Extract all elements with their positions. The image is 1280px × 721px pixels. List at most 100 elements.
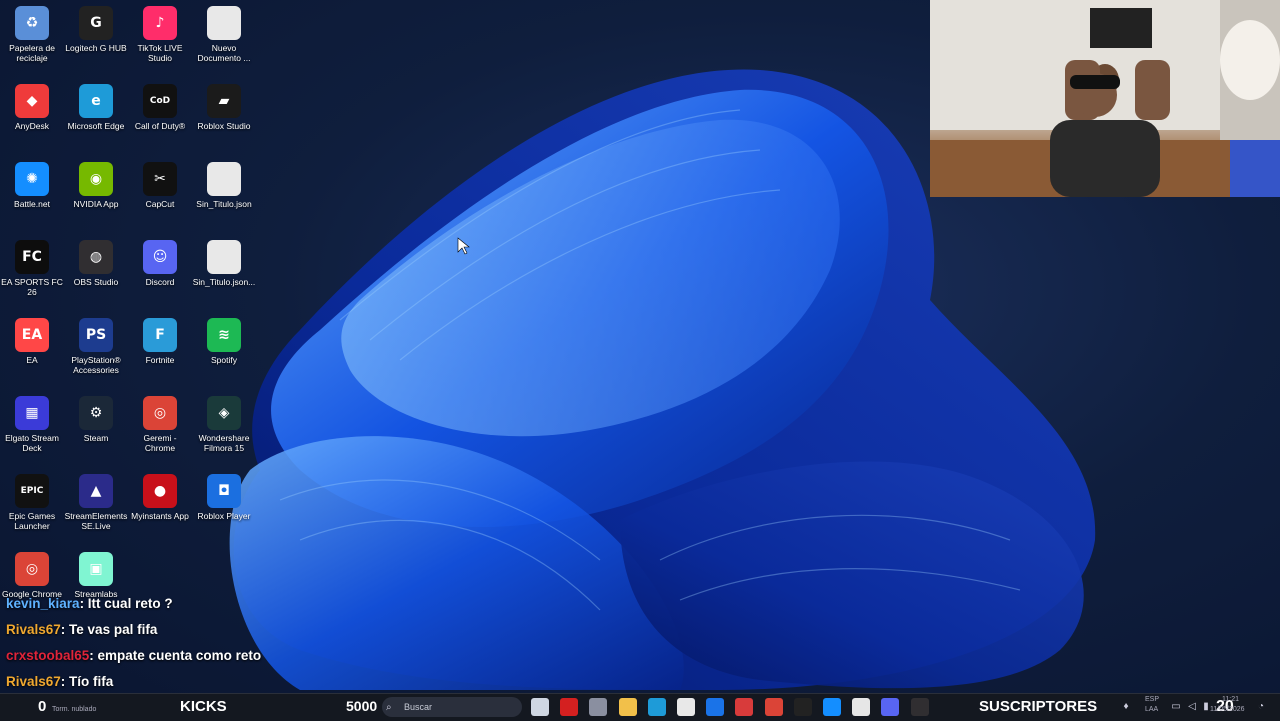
mail-icon[interactable]	[706, 698, 725, 716]
desktop-icon-label: Epic Games Launcher	[8, 511, 56, 531]
desktop-icon-label: Geremi - Chrome	[143, 433, 177, 453]
desktop-icon[interactable]: ◈ Wondershare Filmora 15	[192, 392, 256, 462]
desktop-icon[interactable]: G Logitech G HUB	[64, 2, 128, 72]
desktop-icon-label: Elgato Stream Deck	[5, 433, 59, 453]
xbox-taskbar-icon[interactable]	[852, 698, 871, 716]
desktop-icon[interactable]: ≋ Spotify	[192, 314, 256, 384]
recycle-bin-icon: ♻	[15, 6, 49, 40]
notification-icon[interactable]: ◔	[1255, 701, 1267, 713]
fortnite-icon: F	[143, 318, 177, 352]
desktop-icon-label: Roblox Player	[197, 511, 251, 521]
chat-message: kevin_kiara: Itt cual reto ?	[6, 596, 261, 622]
desktop-icon[interactable]: Sin_Titulo.json...	[192, 236, 256, 306]
desktop-icon-label: Sin_Titulo.json	[196, 199, 252, 209]
taskbar-file-icon[interactable]	[531, 698, 549, 716]
stream-chat: kevin_kiara: Itt cual reto ? Rivals67: T…	[6, 596, 261, 700]
desktop-icon-label: Nuevo Documento ...	[197, 43, 251, 63]
desktop-icon[interactable]: CoD Call of Duty®	[128, 80, 192, 150]
desktop-icon[interactable]: PS PlayStation® Accessories	[64, 314, 128, 384]
desktop-icon-label: Spotify	[211, 355, 237, 365]
desktop-icon-label: TikTok LIVE Studio	[137, 43, 183, 63]
capcut-icon: ✂	[143, 162, 177, 196]
language-sub: LAA	[1145, 706, 1159, 713]
clock-date[interactable]: 11/05/2026	[1210, 706, 1245, 713]
kicks-label: KICKS	[180, 698, 227, 715]
left-counter: 0	[38, 698, 47, 715]
obs-icon: ◍	[79, 240, 113, 274]
battlenet-icon: ✺	[15, 162, 49, 196]
taskbar-box-icon[interactable]	[589, 698, 608, 716]
steam-icon: ⚙	[79, 396, 113, 430]
roblox-player-icon: ◘	[207, 474, 241, 508]
chat-message: Rivals67: Te vas pal fifa	[6, 622, 261, 648]
desktop-icon[interactable]: ♻ Papelera de reciclaje	[0, 2, 64, 72]
json-file-icon	[207, 162, 241, 196]
desktop-icon-label: Discord	[145, 277, 175, 287]
desktop-icon[interactable]: ⚙ Steam	[64, 392, 128, 462]
desktop-icon[interactable]: ◆ AnyDesk	[0, 80, 64, 150]
desktop-icon[interactable]: F Fortnite	[128, 314, 192, 384]
logitech-icon: G	[79, 6, 113, 40]
desktop-icon[interactable]: ● Myinstants App	[128, 470, 192, 540]
desktop-icon[interactable]: EA EA	[0, 314, 64, 384]
streamelements-icon: ▲	[79, 474, 113, 508]
weather-text[interactable]: Torm. nublado	[52, 706, 96, 713]
desktop-icon-label: AnyDesk	[14, 121, 49, 131]
spotify-icon: ≋	[207, 318, 241, 352]
myinstants-icon: ●	[143, 474, 177, 508]
chrome-icon: ◎	[15, 552, 49, 586]
desktop-icon-label: Wondershare Filmora 15	[198, 433, 250, 453]
language-indicator[interactable]: ESP	[1145, 696, 1159, 703]
chat-text: : Te vas pal fifa	[60, 622, 158, 637]
microphone-icon[interactable]: ♦	[1120, 701, 1132, 713]
desktop-icon-label: PlayStation® Accessories	[71, 355, 121, 375]
taskbar-recorder-icon[interactable]	[560, 698, 579, 716]
desktop-icon[interactable]: ▦ Elgato Stream Deck	[0, 392, 64, 462]
search-input[interactable]: ⌕ Buscar	[382, 697, 522, 717]
desktop-icon[interactable]: Nuevo Documento ...	[192, 2, 256, 72]
clock-time[interactable]: 11:21	[1222, 696, 1239, 703]
desktop-icon[interactable]: FC EA SPORTS FC 26	[0, 236, 64, 306]
desktop-icon[interactable]: ✺ Battle.net	[0, 158, 64, 228]
file-explorer-icon[interactable]	[618, 698, 637, 716]
chat-text: : empate cuenta como reto	[89, 648, 262, 663]
webcam-overlay	[930, 0, 1280, 197]
chat-message: crxstoobal65: empate cuenta como reto	[6, 648, 261, 674]
desktop-icon[interactable]: ◉ NVIDIA App	[64, 158, 128, 228]
network-icon[interactable]: ▭	[1170, 701, 1182, 713]
desktop-icon[interactable]: ▲ StreamElements SE.Live	[64, 470, 128, 540]
chat-text: : Itt cual reto ?	[79, 596, 173, 611]
battlenet-taskbar-icon[interactable]	[823, 698, 841, 716]
epic-taskbar-icon[interactable]	[793, 698, 812, 716]
discord-taskbar-icon[interactable]	[881, 698, 900, 716]
epic-games-icon: EPIC	[15, 474, 49, 508]
desktop-icon-label: Roblox Studio	[197, 121, 251, 131]
desktop-icon-label: Steam	[83, 433, 109, 443]
chat-username: crxstoobal65	[6, 648, 90, 663]
edge-taskbar-icon[interactable]	[647, 698, 666, 716]
discord-icon: ☺	[143, 240, 177, 274]
desktop-icon[interactable]: ♪ TikTok LIVE Studio	[128, 2, 192, 72]
desktop-icon[interactable]: Sin_Titulo.json	[192, 158, 256, 228]
desktop-icon-label: Fortnite	[145, 355, 175, 365]
desktop-icon[interactable]: e Microsoft Edge	[64, 80, 128, 150]
chrome-taskbar-icon[interactable]	[764, 698, 783, 716]
desktop-icon[interactable]: ◍ OBS Studio	[64, 236, 128, 306]
desktop-icon-label: EA SPORTS FC 26	[1, 277, 63, 297]
desktop-icon[interactable]: ◘ Roblox Player	[192, 470, 256, 540]
desktop-icon[interactable]: ✂ CapCut	[128, 158, 192, 228]
desktop-icon-label: StreamElements SE.Live	[64, 511, 128, 531]
volume-icon[interactable]: ◁	[1186, 701, 1198, 713]
news-icon[interactable]	[735, 698, 754, 716]
desktop-icon-label: CapCut	[145, 199, 175, 209]
tiktok-icon: ♪	[143, 6, 177, 40]
obs-taskbar-icon[interactable]	[910, 698, 929, 716]
desktop-icon[interactable]: EPIC Epic Games Launcher	[0, 470, 64, 540]
desktop-icon-label: Call of Duty®	[134, 121, 186, 131]
desktop-icon[interactable]: ◎ Geremi - Chrome	[128, 392, 192, 462]
desktop-icon[interactable]: ☺ Discord	[128, 236, 192, 306]
store-icon[interactable]	[677, 698, 695, 716]
chat-username: Rivals67	[6, 674, 61, 689]
desktop-icon[interactable]: ▰ Roblox Studio	[192, 80, 256, 150]
playstation-icon: PS	[79, 318, 113, 352]
